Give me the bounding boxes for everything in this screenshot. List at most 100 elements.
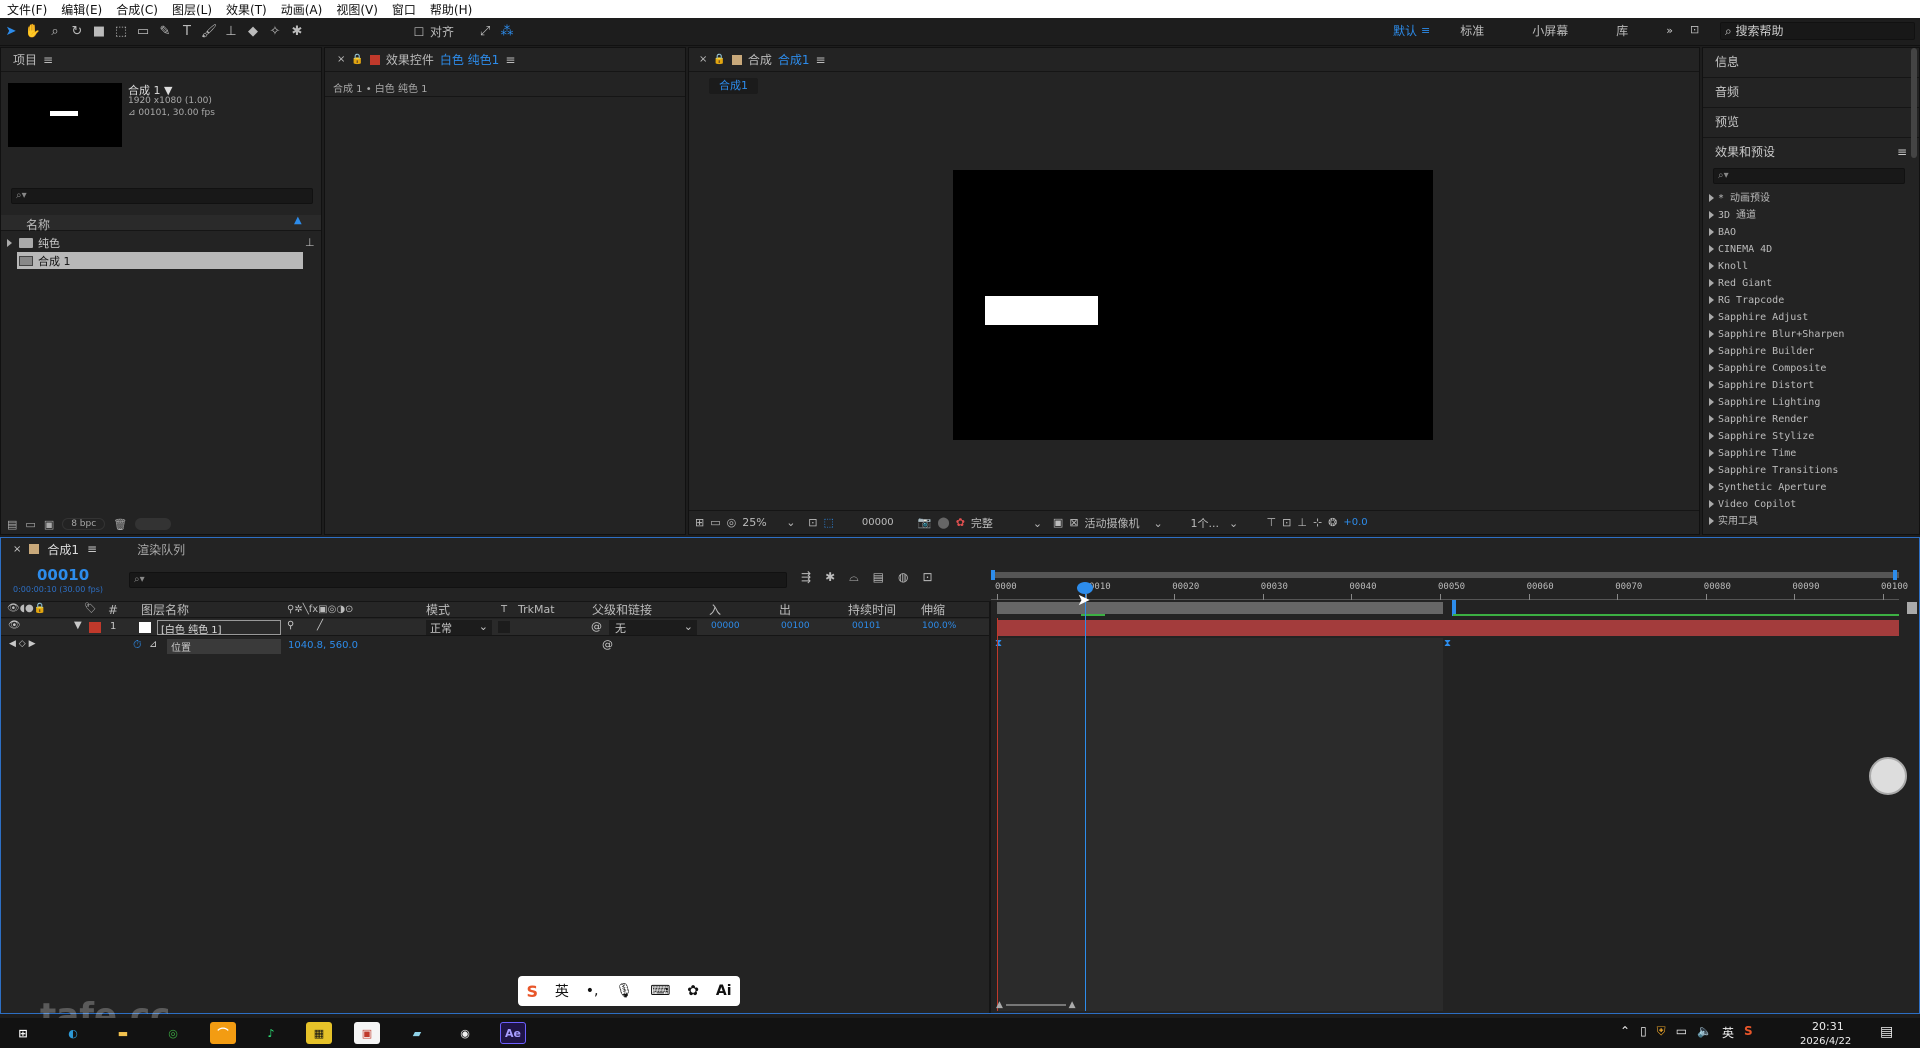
zoom-tool-icon[interactable]: ⌕ — [44, 22, 66, 42]
expand-arrow-icon[interactable] — [1709, 483, 1714, 491]
clock-date[interactable]: 2026/4/22 — [1800, 1036, 1851, 1048]
keyframe-end-icon[interactable]: ⧗ — [1444, 638, 1451, 649]
layer-out-point[interactable]: 00100 — [781, 621, 810, 631]
layer-in-point[interactable]: 00000 — [711, 621, 740, 631]
close-icon[interactable]: × — [337, 54, 345, 65]
skin-icon[interactable]: ✿ — [687, 983, 699, 999]
edge-icon[interactable]: ◐ — [60, 1022, 86, 1044]
file-explorer-icon[interactable]: ▬ — [110, 1022, 136, 1044]
pan-behind-tool-icon[interactable]: ⬚ — [110, 22, 132, 42]
layer-row[interactable]: 👁 ▼ 1 [白色 纯色 1] ⚲ ╱ 正常 ⌄ @ 无 ⌄ 00000 00100… — [1, 619, 989, 636]
app-photo-icon[interactable]: ▣ — [354, 1022, 380, 1044]
expand-arrow-icon[interactable] — [1709, 245, 1714, 253]
motion-blur-icon[interactable]: ◍ — [898, 570, 908, 585]
keyframe-nav-icons[interactable]: ◀ ◇ ▶ — [9, 639, 36, 649]
mask-icon[interactable]: ◎ — [727, 516, 737, 529]
project-item-folder[interactable]: 纯色 — [1, 234, 303, 251]
graph-icon[interactable]: ⊿ — [149, 639, 157, 650]
tray-volume-icon[interactable]: 🔈 — [1697, 1024, 1712, 1041]
render-queue-tab[interactable]: 渲染队列 — [137, 541, 185, 558]
effects-category[interactable]: Synthetic Aperture — [1703, 479, 1908, 496]
menu-item-8[interactable]: 帮助(H) — [423, 1, 479, 18]
region-icon[interactable]: ⬚ — [823, 516, 833, 529]
avatar[interactable] — [1869, 757, 1907, 795]
panel-menu-icon[interactable]: ≡ — [87, 542, 97, 556]
expand-arrow-icon[interactable] — [1709, 432, 1714, 440]
snap-icon[interactable]: ⤢ — [474, 22, 496, 42]
workspace-small-screen[interactable]: 小屏幕 — [1502, 22, 1598, 39]
draft-3d-icon[interactable]: ✱ — [825, 570, 835, 585]
hand-tool-icon[interactable]: ✋ — [22, 22, 44, 42]
tray-up-icon[interactable]: ⌃ — [1620, 1024, 1630, 1041]
transparency-grid-icon[interactable]: ▣ — [1053, 516, 1063, 529]
expand-arrow-icon[interactable] — [1709, 381, 1714, 389]
expand-arrow-icon[interactable] — [7, 236, 16, 249]
expand-arrow-icon[interactable] — [1709, 449, 1714, 457]
keyboard-icon[interactable]: ⌨ — [650, 983, 670, 999]
tray-sogou-icon[interactable]: S — [1744, 1024, 1753, 1041]
zoom-dropdown[interactable]: 25% ⌄ — [742, 516, 802, 529]
search-help-field[interactable]: ⌕ 搜索帮助 — [1720, 22, 1915, 40]
panel-menu-icon[interactable]: ≡ — [1897, 138, 1907, 166]
expand-arrow-icon[interactable] — [1709, 347, 1714, 355]
composition-viewer[interactable] — [953, 170, 1433, 440]
layer-label-color[interactable] — [89, 622, 101, 633]
effects-category[interactable]: Knoll — [1703, 258, 1908, 275]
app-green-icon[interactable]: ◎ — [160, 1022, 186, 1044]
menu-item-5[interactable]: 动画(A) — [274, 1, 330, 18]
project-tab[interactable]: 项目 ≡ — [1, 48, 321, 72]
timeline-graph[interactable]: 0000 00010 00020 00030 00040 00050 00060 00070 0… — [991, 570, 1908, 1013]
snap-options-icon[interactable]: ⁂ — [496, 22, 518, 42]
channel-icon[interactable]: ✿ — [956, 516, 965, 529]
expand-arrow-icon[interactable] — [1709, 313, 1714, 321]
rectangle-tool-icon[interactable]: ▭ — [132, 22, 154, 42]
zoom-slider[interactable]: ▲ ▲ — [996, 1000, 1096, 1012]
tray-shield-icon[interactable]: ⛨ — [1657, 1024, 1666, 1041]
app-avatar-icon[interactable]: ◉ — [452, 1022, 478, 1044]
workspace-standard[interactable]: 标准 — [1442, 22, 1502, 39]
scroll-handle[interactable] — [135, 518, 172, 530]
close-icon[interactable]: × — [13, 544, 21, 555]
effects-category[interactable]: * 动画预设 — [1703, 190, 1908, 207]
effects-category[interactable]: Sapphire Adjust — [1703, 309, 1908, 326]
expand-arrow-icon[interactable] — [1709, 364, 1714, 372]
white-solid-layer[interactable] — [985, 296, 1098, 325]
exposure-value[interactable]: +0.0 — [1343, 517, 1367, 528]
expand-arrow-icon[interactable] — [1709, 279, 1714, 287]
trkmat-dropdown[interactable] — [498, 621, 510, 633]
shy-icon[interactable]: ⌓ — [849, 570, 859, 585]
ime-ai[interactable]: Ai — [716, 983, 732, 999]
effects-category[interactable]: Sapphire Builder — [1703, 343, 1908, 360]
camera-tool-icon[interactable]: ■ — [88, 22, 110, 42]
app-music-icon[interactable]: ♪ — [258, 1022, 284, 1044]
project-item-comp[interactable]: 合成 1 — [17, 252, 303, 269]
expand-arrow-icon[interactable] — [1709, 211, 1714, 219]
timeline-tab[interactable]: 合成1 — [47, 541, 79, 558]
effects-category[interactable]: Red Giant — [1703, 275, 1908, 292]
app-orange-icon[interactable]: ⌒ — [210, 1022, 236, 1044]
always-preview-icon[interactable]: ⊞ — [695, 516, 704, 529]
effects-category[interactable]: 3D 通道 — [1703, 207, 1908, 224]
menu-item-1[interactable]: 编辑(E) — [54, 1, 109, 18]
timeline-search-input[interactable]: ⌕▾ — [129, 572, 787, 588]
composition-mini-flowchart-icon[interactable]: ⇶ — [801, 570, 811, 585]
name-column-header[interactable]: 名称 — [26, 216, 50, 233]
mode-dropdown[interactable]: 正常 ⌄ — [426, 620, 492, 635]
roto-brush-tool-icon[interactable]: ✧ — [264, 22, 286, 42]
pickwhip-icon[interactable]: @ — [602, 638, 613, 651]
sync-settings-icon[interactable]: ⊡ — [1690, 23, 1699, 36]
flowchart-icon[interactable]: ⊹ — [1313, 516, 1322, 529]
timecode-display[interactable]: 00000 — [862, 517, 894, 528]
stopwatch-icon[interactable]: ⏱ — [133, 638, 142, 652]
microphone-icon[interactable]: 🎙 — [615, 983, 633, 999]
menu-item-3[interactable]: 图层(L) — [165, 1, 219, 18]
workspace-menu-icon[interactable]: ≡ — [1421, 24, 1430, 37]
panel-menu-icon[interactable]: ≡ — [43, 53, 53, 67]
toggle-icon-1[interactable]: ⊤ — [1267, 516, 1277, 529]
parent-dropdown[interactable]: 无 ⌄ — [609, 620, 697, 635]
expand-arrow-icon[interactable] — [1709, 262, 1714, 270]
composition-subtab[interactable]: 合成1 — [709, 78, 758, 94]
bpc-label[interactable]: 8 bpc — [62, 518, 106, 530]
type-tool-icon[interactable]: T — [176, 22, 198, 42]
pen-tool-icon[interactable]: ✎ — [154, 22, 176, 42]
